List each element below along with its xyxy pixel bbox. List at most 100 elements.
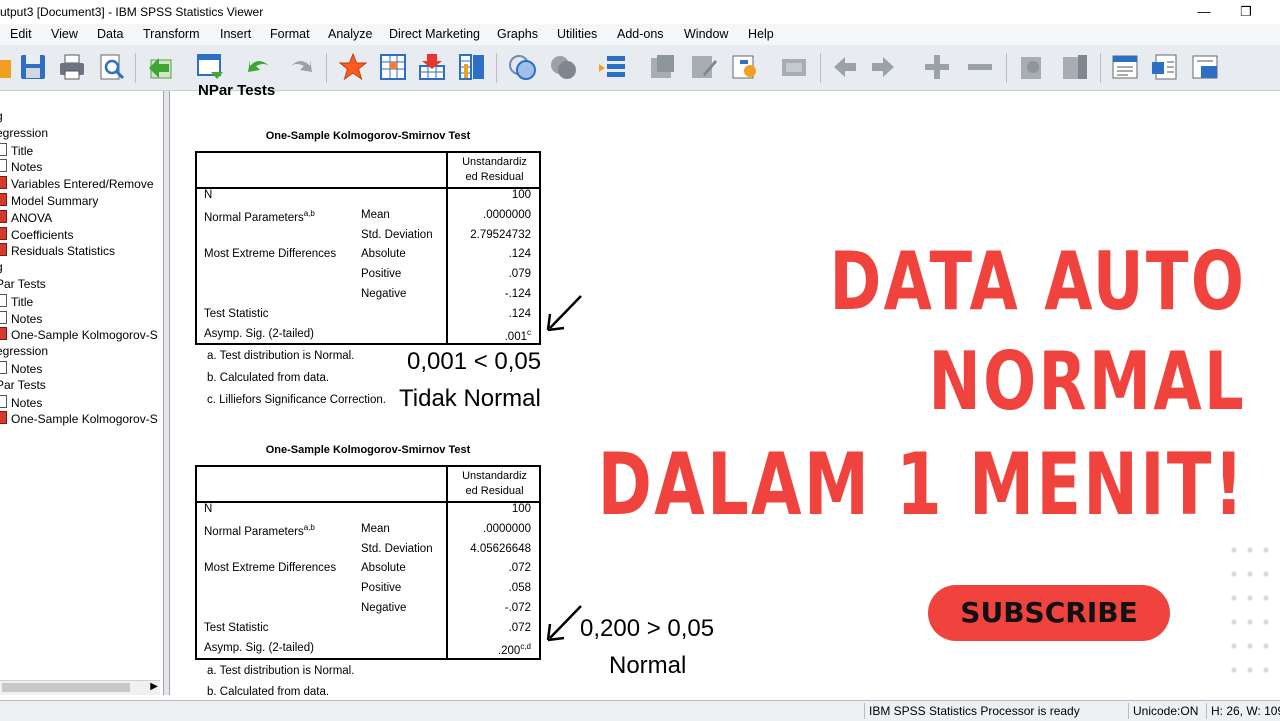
- outline-item[interactable]: egression: [0, 126, 48, 142]
- cell-value: -.072: [505, 602, 531, 614]
- variables-icon[interactable]: [457, 52, 487, 82]
- table-icon: [0, 209, 7, 223]
- insert-title-icon[interactable]: [1150, 52, 1180, 82]
- show-icon[interactable]: [1018, 52, 1048, 82]
- goto-data-icon[interactable]: [338, 52, 368, 82]
- menu-utilities[interactable]: Utilities: [557, 27, 597, 41]
- open-icon[interactable]: [0, 52, 14, 82]
- scroll-right-icon[interactable]: ▶: [150, 681, 158, 692]
- save-icon[interactable]: [18, 52, 48, 82]
- row-sublabel: Mean: [361, 522, 390, 535]
- ks-test-table[interactable]: Unstandardiz ed Residual N 100 Normal Parame…: [195, 151, 541, 345]
- redo-icon[interactable]: [286, 52, 316, 82]
- document-icon: [0, 394, 7, 408]
- outline-item[interactable]: Notes: [0, 310, 42, 327]
- outline-item[interactable]: Residuals Statistics: [0, 243, 115, 259]
- menu-view[interactable]: View: [51, 27, 78, 41]
- outline-item[interactable]: Par Tests: [0, 378, 46, 394]
- row-label-text: Test Statistic: [204, 307, 269, 320]
- outline-item[interactable]: Variables Entered/Remove: [0, 176, 154, 192]
- menu-transform[interactable]: Transform: [143, 27, 200, 41]
- table-title: One-Sample Kolmogorov-Smirnov Test: [265, 130, 471, 142]
- window-title: utput3 [Document3] - IBM SPSS Statistics…: [0, 5, 264, 19]
- menu-help[interactable]: Help: [748, 27, 774, 41]
- promote-icon[interactable]: [830, 52, 860, 82]
- print-preview-icon[interactable]: [96, 52, 126, 82]
- menu-data[interactable]: Data: [97, 27, 123, 41]
- edit-output-icon[interactable]: [689, 52, 719, 82]
- outline-item[interactable]: Notes: [0, 159, 42, 175]
- outline-item-label: Residuals Statistics: [11, 244, 116, 259]
- outline-item[interactable]: Model Summary: [0, 193, 98, 209]
- cell-value: 100: [512, 189, 531, 201]
- split-file-icon[interactable]: [507, 52, 537, 82]
- cell-value-text: .0000000: [483, 522, 531, 535]
- row-sublabel: Absolute: [361, 248, 406, 261]
- cell-value-text: .0000000: [483, 208, 531, 221]
- menu-window[interactable]: Window: [684, 27, 728, 41]
- outline-item-label: Notes: [11, 395, 43, 410]
- collapse-icon[interactable]: [965, 52, 995, 82]
- outline-item-label: g: [0, 260, 3, 274]
- goto-variable-icon[interactable]: [417, 52, 447, 82]
- outline-item[interactable]: Notes: [0, 361, 42, 377]
- outline-item[interactable]: Title: [0, 293, 33, 310]
- outline-item[interactable]: Coefficients: [0, 226, 73, 243]
- footnote-marker: c,d: [520, 641, 531, 651]
- select-cases-icon[interactable]: [548, 52, 578, 82]
- document-icon: [0, 142, 7, 156]
- hide-icon[interactable]: [1060, 52, 1090, 82]
- significance-annotation: 0,200 > 0,05: [580, 615, 715, 642]
- column-header-line: ed Residual: [465, 485, 524, 497]
- cell-value-text: 100: [511, 503, 531, 515]
- row-label-text: N: [204, 503, 213, 515]
- outline-item[interactable]: g: [0, 109, 3, 125]
- conclusion-annotation: Tidak Normal: [399, 385, 541, 412]
- print-icon[interactable]: [57, 52, 87, 82]
- subscribe-button[interactable]: SUBSCRIBE: [928, 585, 1170, 641]
- outline-item[interactable]: One-Sample Kolmogorov-S: [0, 327, 158, 343]
- expand-icon[interactable]: [922, 52, 952, 82]
- outline-item[interactable]: One-Sample Kolmogorov-S: [0, 411, 158, 427]
- outline-horizontal-scrollbar[interactable]: ▶: [0, 680, 160, 695]
- ks-test-table[interactable]: Unstandardiz ed Residual N 100 Normal Parame…: [195, 465, 541, 660]
- outline-item[interactable]: Notes: [0, 394, 43, 411]
- outline-item[interactable]: ANOVA: [0, 209, 53, 226]
- export-icon[interactable]: [145, 52, 175, 82]
- conclusion-annotation: Normal: [609, 652, 687, 679]
- cell-value: 2.79524732: [470, 229, 531, 241]
- cell-value-text: .124: [508, 248, 531, 261]
- insert-text-icon[interactable]: [1190, 52, 1220, 82]
- insert-heading-icon[interactable]: [1110, 52, 1140, 82]
- goto-case-icon[interactable]: [378, 52, 408, 82]
- menu-analyze[interactable]: Analyze: [328, 27, 372, 41]
- menu-add-ons[interactable]: Add-ons: [617, 27, 664, 41]
- minimize-button[interactable]: —: [1184, 2, 1224, 22]
- recall-dialog-icon[interactable]: [195, 52, 225, 82]
- menu-format[interactable]: Format: [270, 27, 310, 41]
- cell-value: 4.05626648: [470, 543, 531, 555]
- outline-item-label: ANOVA: [11, 210, 53, 225]
- table-title: One-Sample Kolmogorov-Smirnov Test: [265, 444, 471, 456]
- demote-icon[interactable]: [868, 52, 898, 82]
- menu-graphs[interactable]: Graphs: [497, 27, 538, 41]
- menu-insert[interactable]: Insert: [220, 27, 251, 41]
- menu-direct-marketing[interactable]: Direct Marketing: [389, 27, 480, 41]
- row-label: Asymp. Sig. (2-tailed): [204, 642, 314, 654]
- value-labels-icon[interactable]: [597, 52, 627, 82]
- scrollbar-thumb[interactable]: [2, 683, 130, 692]
- cell-value: .072: [509, 622, 531, 634]
- outline-item-label: Par Tests: [0, 377, 46, 392]
- outline-item[interactable]: Title: [0, 142, 33, 159]
- outline-item[interactable]: egression: [0, 344, 48, 360]
- show-all-icon[interactable]: [779, 52, 809, 82]
- restore-button[interactable]: ❐: [1226, 2, 1266, 22]
- insert-output-icon[interactable]: [729, 52, 759, 82]
- undo-icon[interactable]: [244, 52, 274, 82]
- designate-window-icon[interactable]: [647, 52, 677, 82]
- outline-item[interactable]: g: [0, 260, 3, 276]
- menu-edit[interactable]: Edit: [10, 27, 32, 41]
- outline-item[interactable]: Par Tests: [0, 277, 46, 293]
- cell-value: .124: [509, 308, 531, 320]
- footnote-marker: a,b: [303, 208, 315, 218]
